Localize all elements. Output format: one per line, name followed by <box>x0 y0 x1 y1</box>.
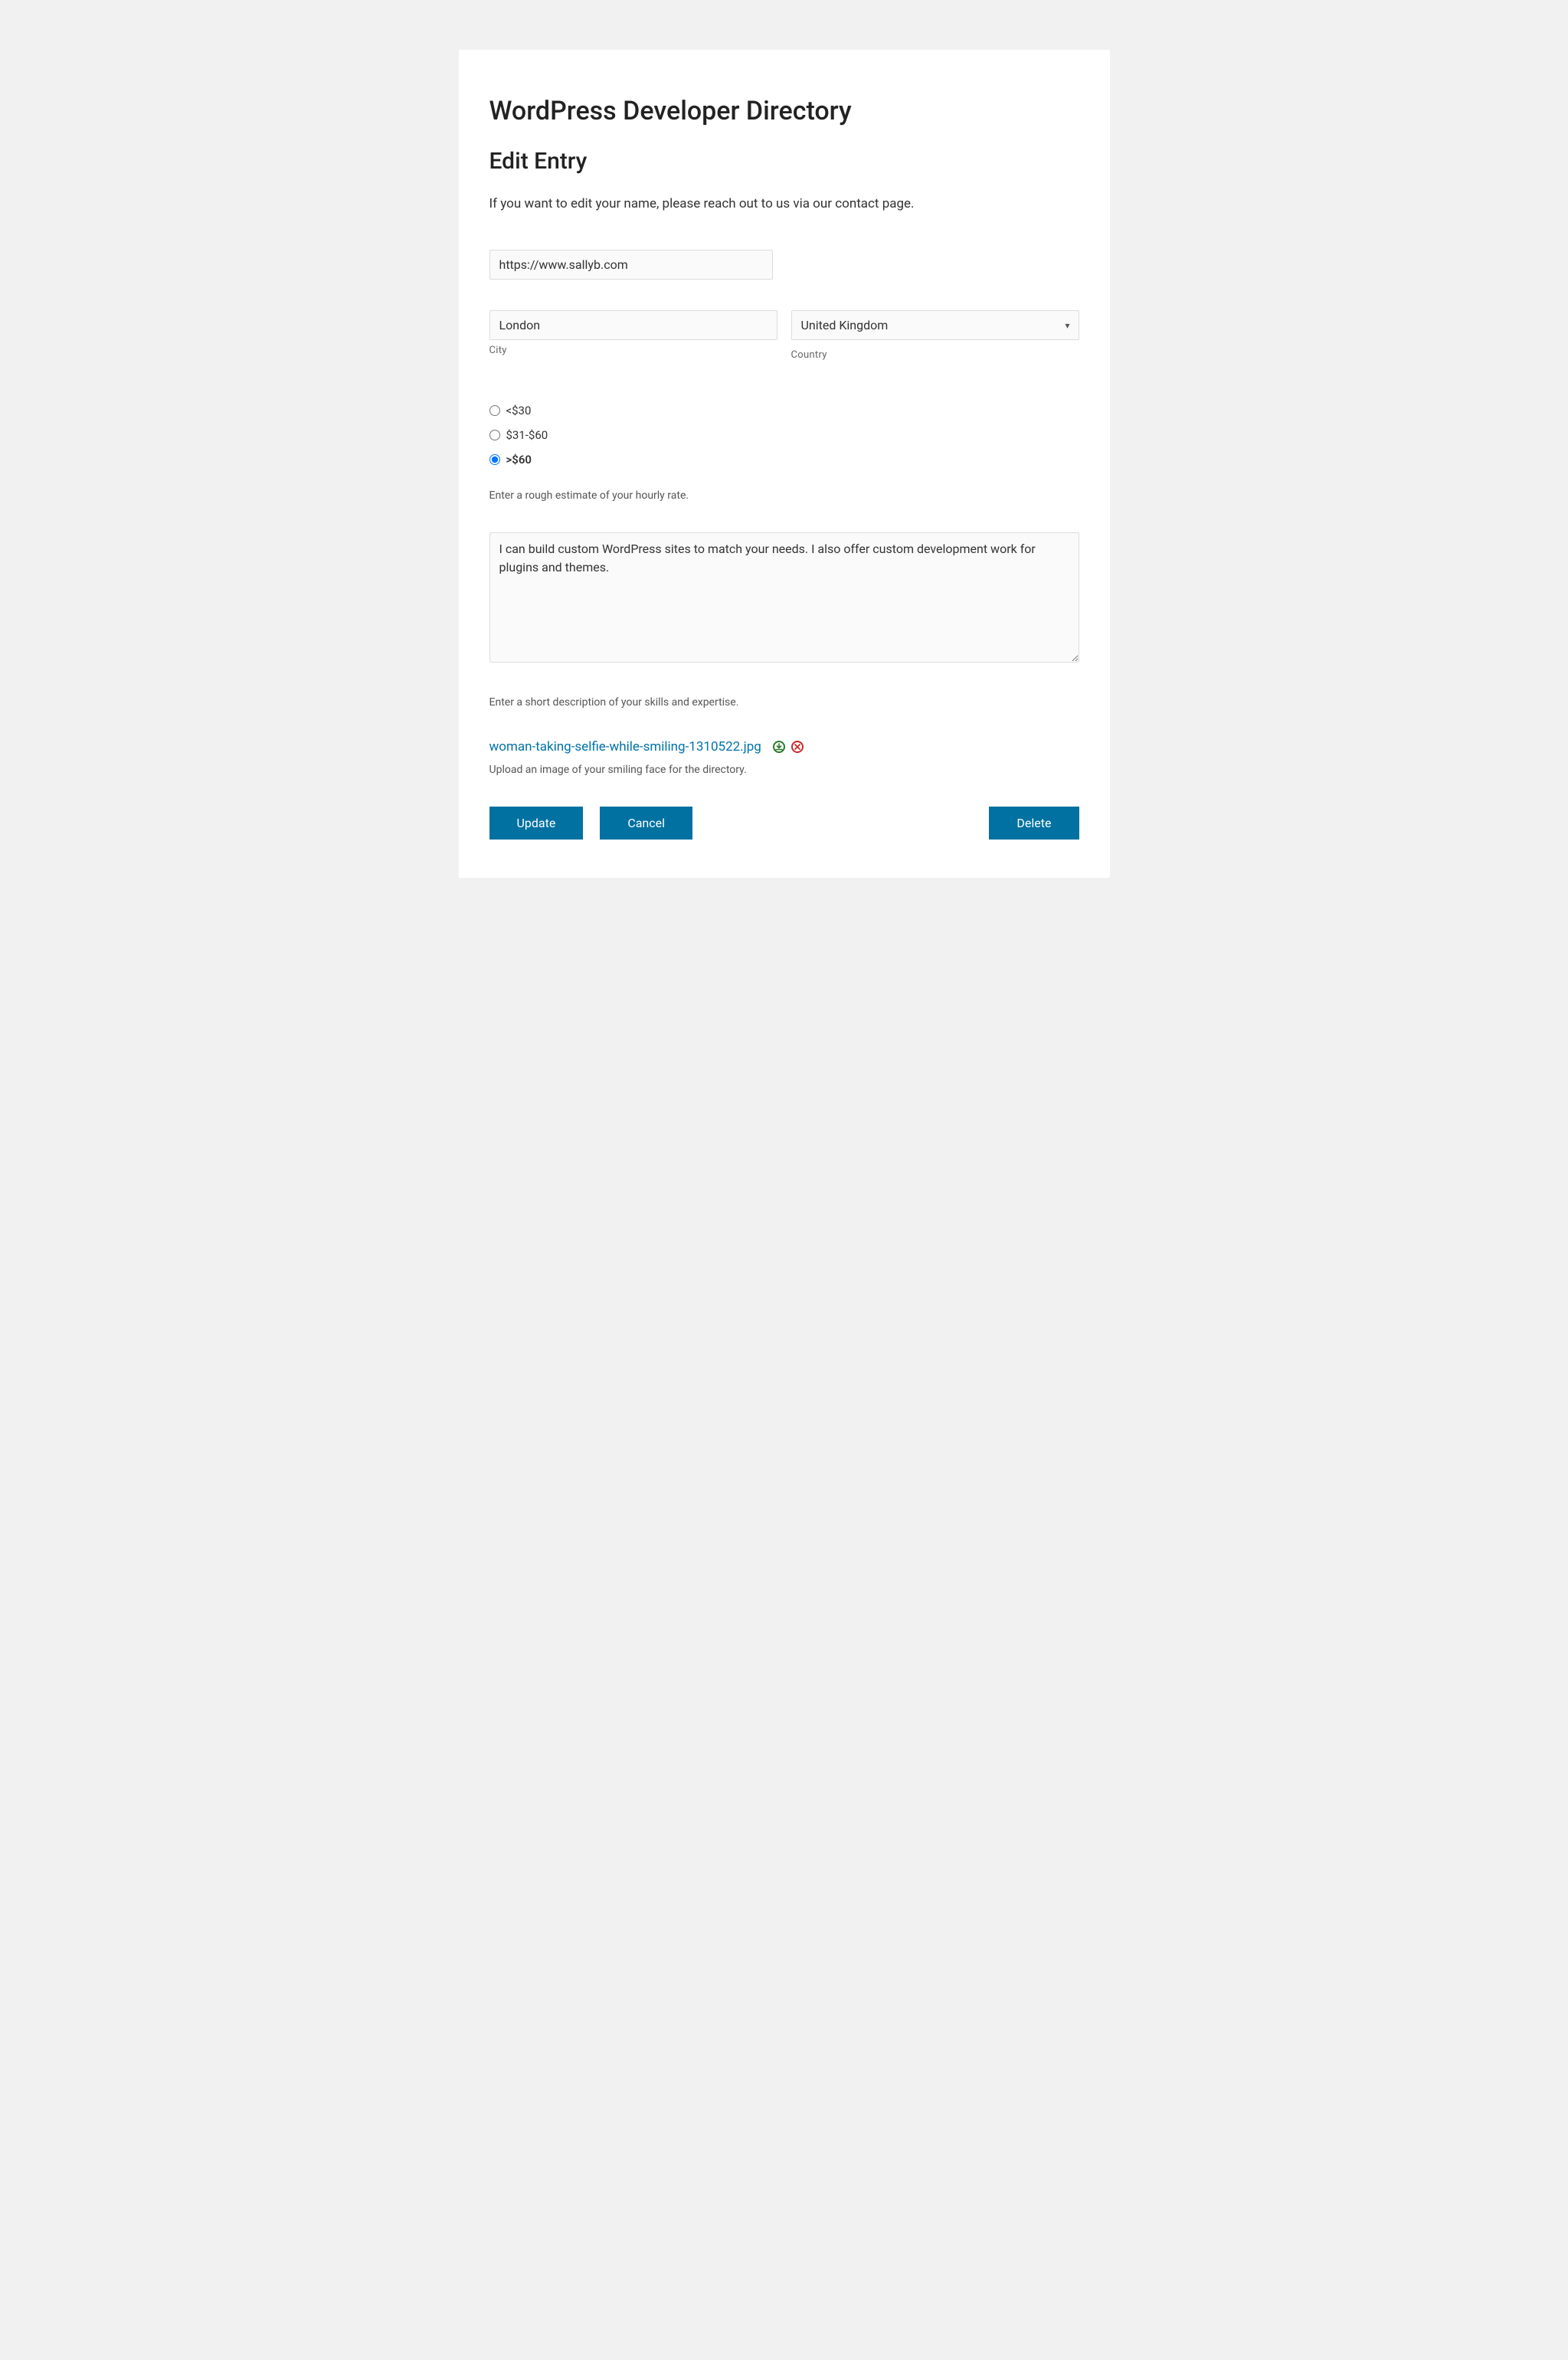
delete-file-icon[interactable] <box>791 741 804 753</box>
rate-radio-group: <$30 $31-$60 >$60 <box>489 404 1079 466</box>
rate-radio-2[interactable] <box>489 454 500 465</box>
country-select[interactable]: United Kingdom <box>791 310 1079 340</box>
description-help: Enter a short description of your skills… <box>489 696 1079 709</box>
rate-option-2: >$60 <box>489 453 1079 466</box>
download-icon[interactable] <box>773 741 785 753</box>
intro-text: If you want to edit your name, please re… <box>489 196 1079 211</box>
page-title: WordPress Developer Directory <box>489 96 1079 126</box>
rate-radio-1[interactable] <box>489 430 500 440</box>
button-row: Update Cancel Delete <box>489 807 1079 840</box>
rate-label-2: >$60 <box>506 453 532 466</box>
city-col: City <box>489 310 777 361</box>
file-row: woman-taking-selfie-while-smiling-131052… <box>489 739 1079 754</box>
city-label: City <box>489 345 777 356</box>
image-help: Upload an image of your smiling face for… <box>489 764 1079 776</box>
cancel-button[interactable]: Cancel <box>600 807 692 840</box>
update-button[interactable]: Update <box>489 807 584 840</box>
rate-option-0: <$30 <box>489 404 1079 417</box>
rate-label-0: <$30 <box>506 404 532 417</box>
rate-option-1: $31-$60 <box>489 428 1079 442</box>
rate-label-1: $31-$60 <box>506 428 548 442</box>
rate-help: Enter a rough estimate of your hourly ra… <box>489 489 1079 502</box>
description-textarea[interactable]: I can build custom WordPress sites to ma… <box>489 532 1079 663</box>
website-group <box>489 250 1079 280</box>
delete-button[interactable]: Delete <box>989 807 1079 840</box>
file-link[interactable]: woman-taking-selfie-while-smiling-131052… <box>489 739 761 754</box>
country-label: Country <box>791 349 1079 361</box>
city-input[interactable] <box>489 310 777 340</box>
website-input[interactable] <box>489 250 773 280</box>
country-col: United Kingdom Country <box>791 310 1079 361</box>
location-row: City United Kingdom Country <box>489 310 1079 361</box>
file-icons <box>773 741 804 753</box>
page-subtitle: Edit Entry <box>489 148 1079 175</box>
description-group: I can build custom WordPress sites to ma… <box>489 532 1079 666</box>
rate-radio-0[interactable] <box>489 405 500 416</box>
form-container: WordPress Developer Directory Edit Entry… <box>459 50 1110 878</box>
